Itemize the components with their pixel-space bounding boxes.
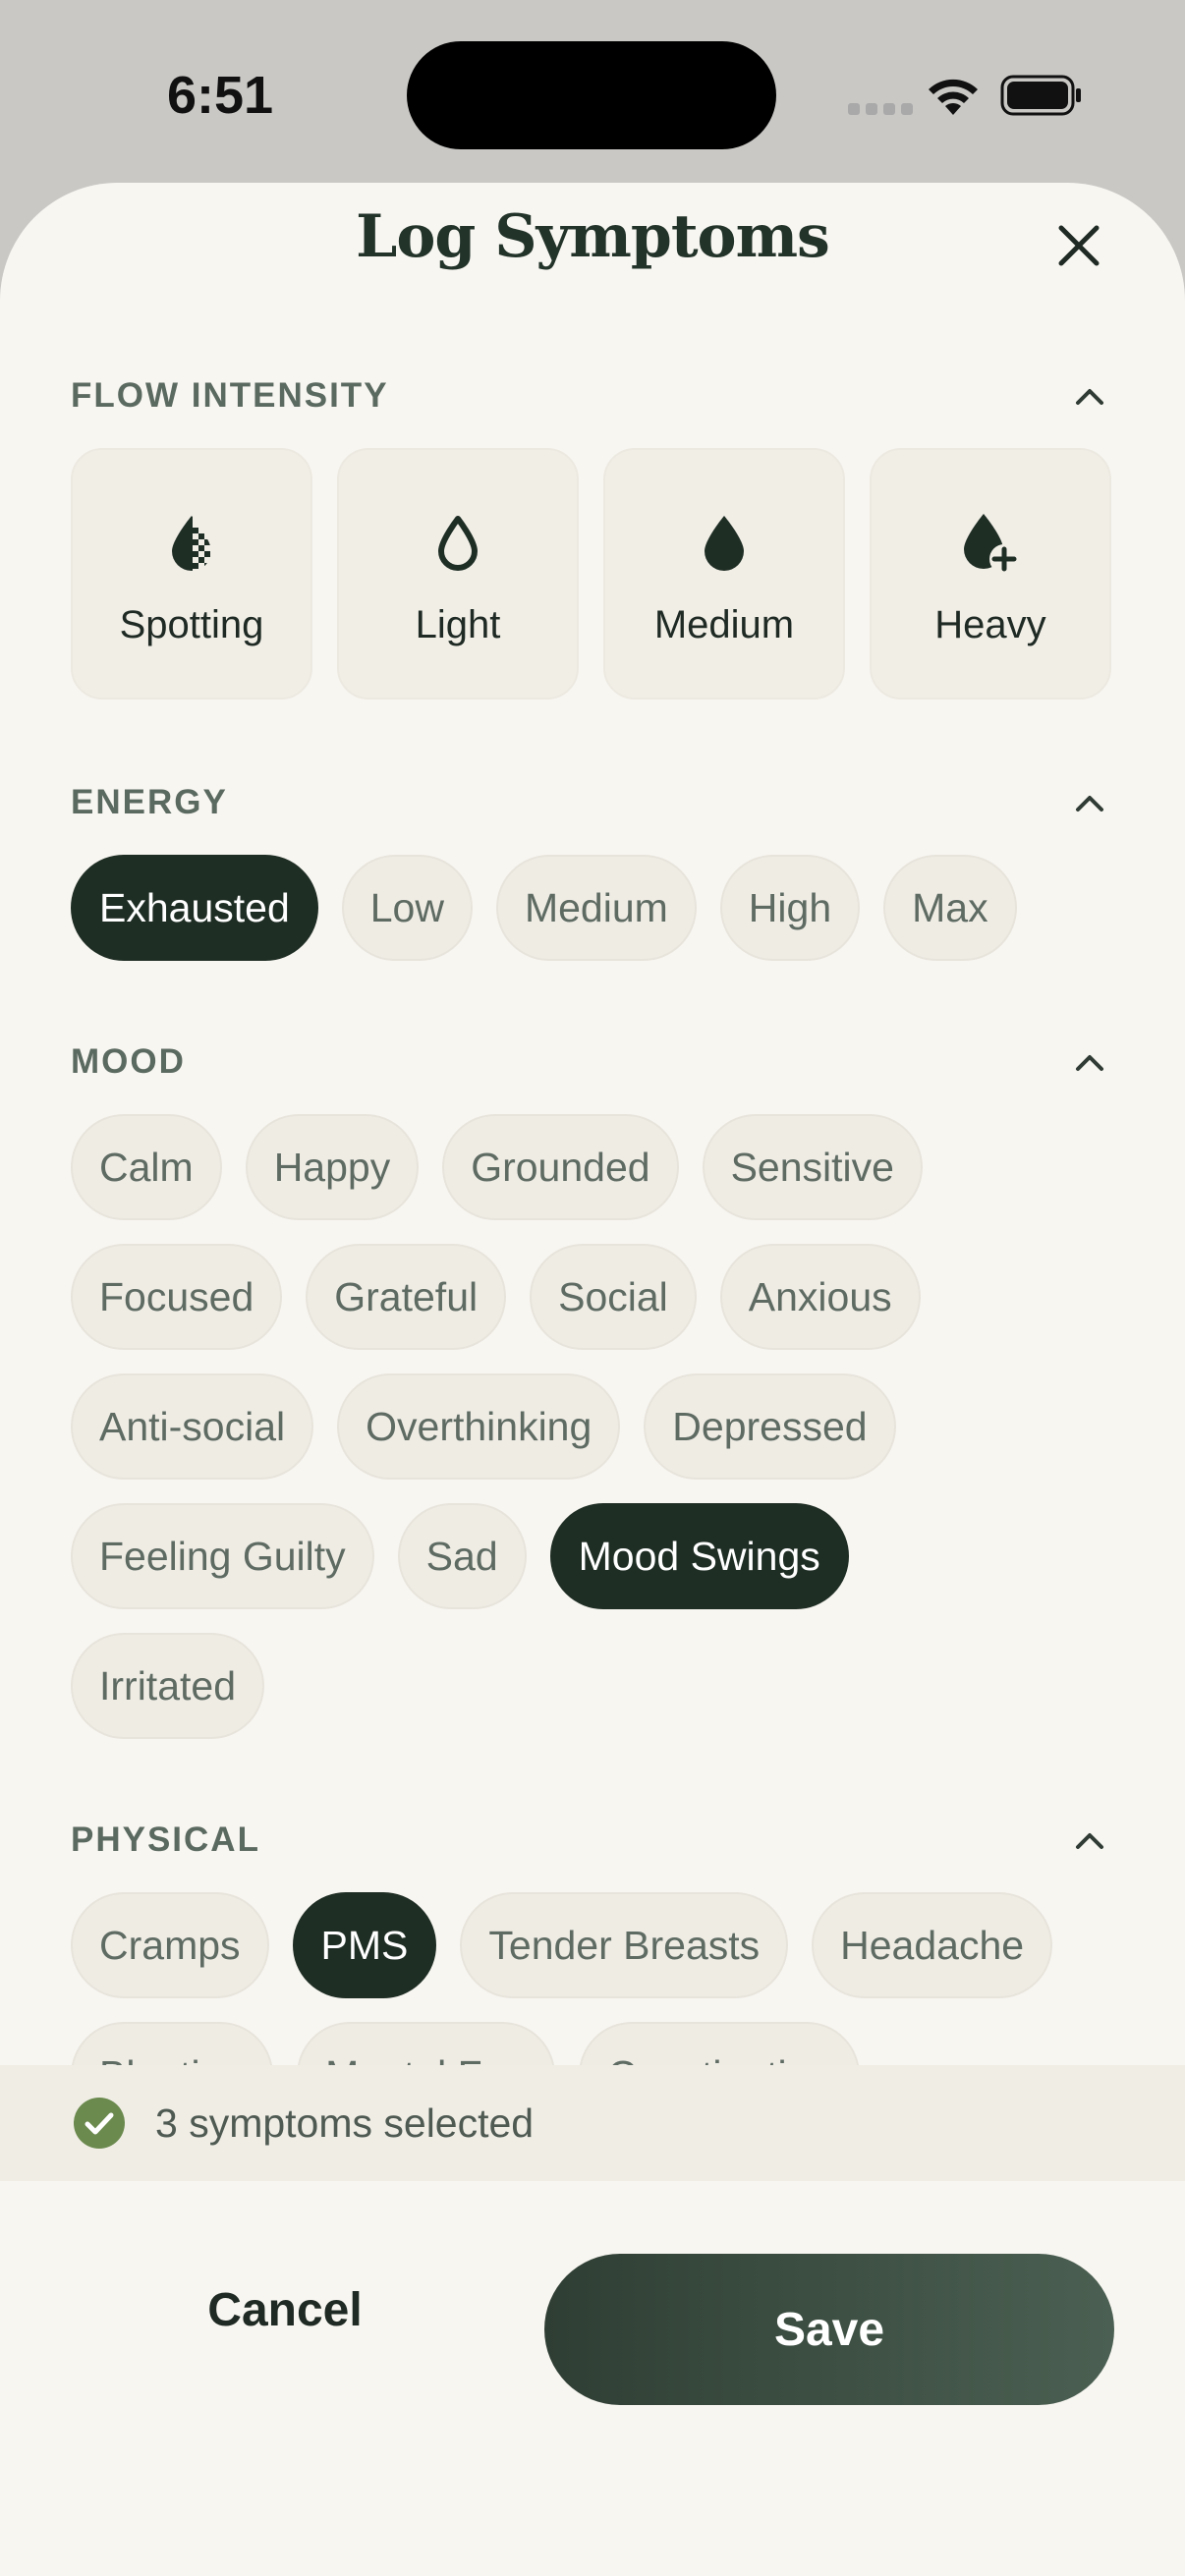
log-symptoms-sheet: Log Symptoms FLOW INTENSITY Spotting Lig… <box>0 183 1185 2576</box>
mood-row-4: Feeling Guilty Sad Mood Swings <box>71 1503 849 1609</box>
energy-pill-medium[interactable]: Medium <box>495 855 697 961</box>
light-drop-icon <box>438 516 478 571</box>
close-icon <box>1058 225 1100 266</box>
spotting-drop-icon <box>172 516 210 571</box>
energy-pill-low[interactable]: Low <box>341 855 473 961</box>
mood-pill-happy[interactable]: Happy <box>245 1114 420 1220</box>
sheet-title: Log Symptoms <box>356 202 830 271</box>
chevron-up-icon <box>1076 796 1103 812</box>
mood-header: MOOD <box>71 1037 1114 1087</box>
mood-pill-overthinking[interactable]: Overthinking <box>337 1373 621 1480</box>
dynamic-island <box>407 41 776 149</box>
energy-options: Exhausted Low Medium High Max <box>71 855 1017 961</box>
physical-pill-headache[interactable]: Headache <box>812 1892 1053 1998</box>
close-button[interactable] <box>1051 218 1106 273</box>
check-circle-icon <box>74 2098 125 2149</box>
flow-option-heavy[interactable]: Heavy <box>870 448 1111 700</box>
status-bar: 6:51 <box>0 0 1185 187</box>
mood-pill-anti-social[interactable]: Anti-social <box>71 1373 314 1480</box>
mood-collapse-button[interactable] <box>1065 1037 1114 1087</box>
energy-pill-high[interactable]: High <box>719 855 861 961</box>
wifi-icon <box>929 79 978 115</box>
flow-options: Spotting Light Medium Heavy <box>71 448 1111 700</box>
mood-pill-focused[interactable]: Focused <box>71 1244 283 1350</box>
mood-pill-grateful[interactable]: Grateful <box>306 1244 507 1350</box>
physical-pill-tender-breasts[interactable]: Tender Breasts <box>460 1892 789 1998</box>
mood-pill-anxious[interactable]: Anxious <box>719 1244 921 1350</box>
energy-header: ENERGY <box>71 778 1114 827</box>
save-button[interactable]: Save <box>544 2254 1114 2405</box>
selection-count-text: 3 symptoms selected <box>155 2100 535 2146</box>
mood-pill-calm[interactable]: Calm <box>71 1114 222 1220</box>
cellular-signal-icon <box>848 103 913 115</box>
flow-option-label: Light <box>415 603 501 646</box>
physical-row-1: Cramps PMS Tender Breasts Headache <box>71 1892 1053 1998</box>
energy-pill-max[interactable]: Max <box>883 855 1017 961</box>
mood-pill-grounded[interactable]: Grounded <box>442 1114 679 1220</box>
mood-label: MOOD <box>71 1042 186 1081</box>
flow-option-light[interactable]: Light <box>337 448 579 700</box>
mood-pill-mood-swings[interactable]: Mood Swings <box>549 1503 849 1609</box>
flow-option-label: Heavy <box>934 603 1046 646</box>
flow-option-medium[interactable]: Medium <box>603 448 845 700</box>
flow-intensity-header: FLOW INTENSITY <box>71 371 1114 420</box>
cancel-button[interactable]: Cancel <box>147 2256 423 2364</box>
physical-label: PHYSICAL <box>71 1820 260 1859</box>
flow-option-label: Medium <box>653 603 795 646</box>
mood-pill-feeling-guilty[interactable]: Feeling Guilty <box>71 1503 374 1609</box>
mood-pill-irritated[interactable]: Irritated <box>71 1633 264 1739</box>
battery-icon <box>1000 75 1081 116</box>
chevron-up-icon <box>1076 1833 1103 1849</box>
mood-row-5: Irritated <box>71 1633 264 1739</box>
physical-pill-pms[interactable]: PMS <box>292 1892 437 1998</box>
flow-intensity-label: FLOW INTENSITY <box>71 376 389 415</box>
mood-pill-social[interactable]: Social <box>530 1244 697 1350</box>
flow-option-label: Spotting <box>119 603 264 646</box>
energy-collapse-button[interactable] <box>1065 778 1114 827</box>
mood-pill-depressed[interactable]: Depressed <box>644 1373 896 1480</box>
physical-collapse-button[interactable] <box>1065 1816 1114 1865</box>
selection-summary-bar: 3 symptoms selected <box>0 2065 1185 2181</box>
chevron-up-icon <box>1076 1055 1103 1071</box>
chevron-up-icon <box>1076 389 1103 405</box>
mood-row-2: Focused Grateful Social Anxious <box>71 1244 921 1350</box>
physical-header: PHYSICAL <box>71 1816 1114 1865</box>
mood-pill-sad[interactable]: Sad <box>397 1503 527 1609</box>
mood-pill-sensitive[interactable]: Sensitive <box>702 1114 923 1220</box>
flow-collapse-button[interactable] <box>1065 371 1114 420</box>
mood-row-1: Calm Happy Grounded Sensitive <box>71 1114 923 1220</box>
flow-option-spotting[interactable]: Spotting <box>71 448 312 700</box>
energy-pill-exhausted[interactable]: Exhausted <box>71 855 318 961</box>
energy-label: ENERGY <box>71 783 228 821</box>
heavy-drop-icon <box>964 514 1019 574</box>
status-time: 6:51 <box>167 66 274 125</box>
physical-pill-cramps[interactable]: Cramps <box>71 1892 269 1998</box>
mood-row-3: Anti-social Overthinking Depressed <box>71 1373 896 1480</box>
medium-drop-icon <box>705 516 744 571</box>
